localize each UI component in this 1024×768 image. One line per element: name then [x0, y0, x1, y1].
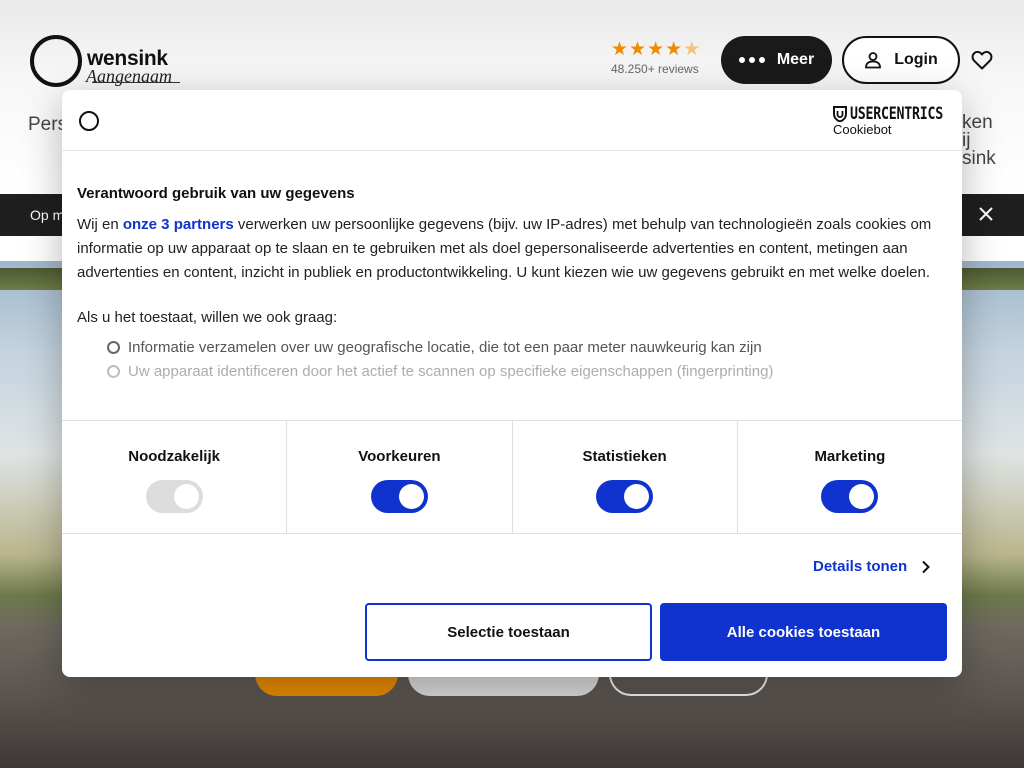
toggle-voorkeuren[interactable]	[370, 480, 428, 513]
description-prefix: Wij en	[77, 216, 123, 233]
scroll-fade	[62, 370, 962, 420]
dialog-title: Verantwoord gebruik van uw gegevens	[77, 185, 355, 202]
list-item: Informatie verzamelen over uw geografisc…	[107, 335, 947, 359]
consent-categories: Noodzakelijk Voorkeuren Statistieken Mar…	[62, 420, 962, 534]
toggle-noodzakelijk	[145, 480, 203, 513]
toggle-knob	[398, 484, 424, 509]
site-logo-icon	[79, 111, 99, 131]
dialog-description: Wij en onze 3 partners verwerken uw pers…	[77, 213, 947, 285]
partners-link[interactable]: onze 3 partners	[123, 216, 234, 233]
brand-name: USERCENTRICS	[850, 104, 943, 124]
category-label: Voorkeuren	[358, 448, 441, 465]
category-label: Statistieken	[582, 448, 667, 465]
dialog-body: Verantwoord gebruik van uw gegevens Wij …	[77, 185, 947, 383]
allow-intro: Als u het toestaat, willen we ook graag:	[77, 309, 338, 326]
category-voorkeuren: Voorkeuren	[287, 421, 513, 533]
allow-selection-button[interactable]: Selectie toestaan	[365, 603, 652, 661]
toggle-knob	[849, 484, 875, 509]
chevron-right-icon	[922, 560, 931, 573]
category-marketing: Marketing	[738, 421, 962, 533]
brand-sub: Cookiebot	[833, 122, 892, 137]
category-label: Marketing	[814, 448, 886, 465]
details-label: Details tonen	[813, 558, 908, 575]
bullet-circle-icon	[107, 340, 120, 354]
category-noodzakelijk: Noodzakelijk	[62, 421, 288, 533]
cookie-consent-dialog: USERCENTRICS Cookiebot Verantwoord gebru…	[62, 90, 962, 677]
shield-icon	[833, 106, 847, 122]
toggle-knob	[624, 484, 650, 509]
details-toggle-link[interactable]: Details tonen	[813, 558, 931, 575]
toggle-statistieken[interactable]	[596, 480, 654, 513]
toggle-marketing[interactable]	[821, 480, 879, 513]
toggle-knob	[173, 484, 199, 509]
allow-all-button[interactable]: Alle cookies toestaan	[660, 603, 947, 661]
dialog-header: USERCENTRICS Cookiebot	[62, 90, 962, 151]
category-label: Noodzakelijk	[128, 448, 220, 465]
category-statistieken: Statistieken	[513, 421, 738, 533]
purpose-text: Informatie verzamelen over uw geografisc…	[128, 338, 762, 356]
